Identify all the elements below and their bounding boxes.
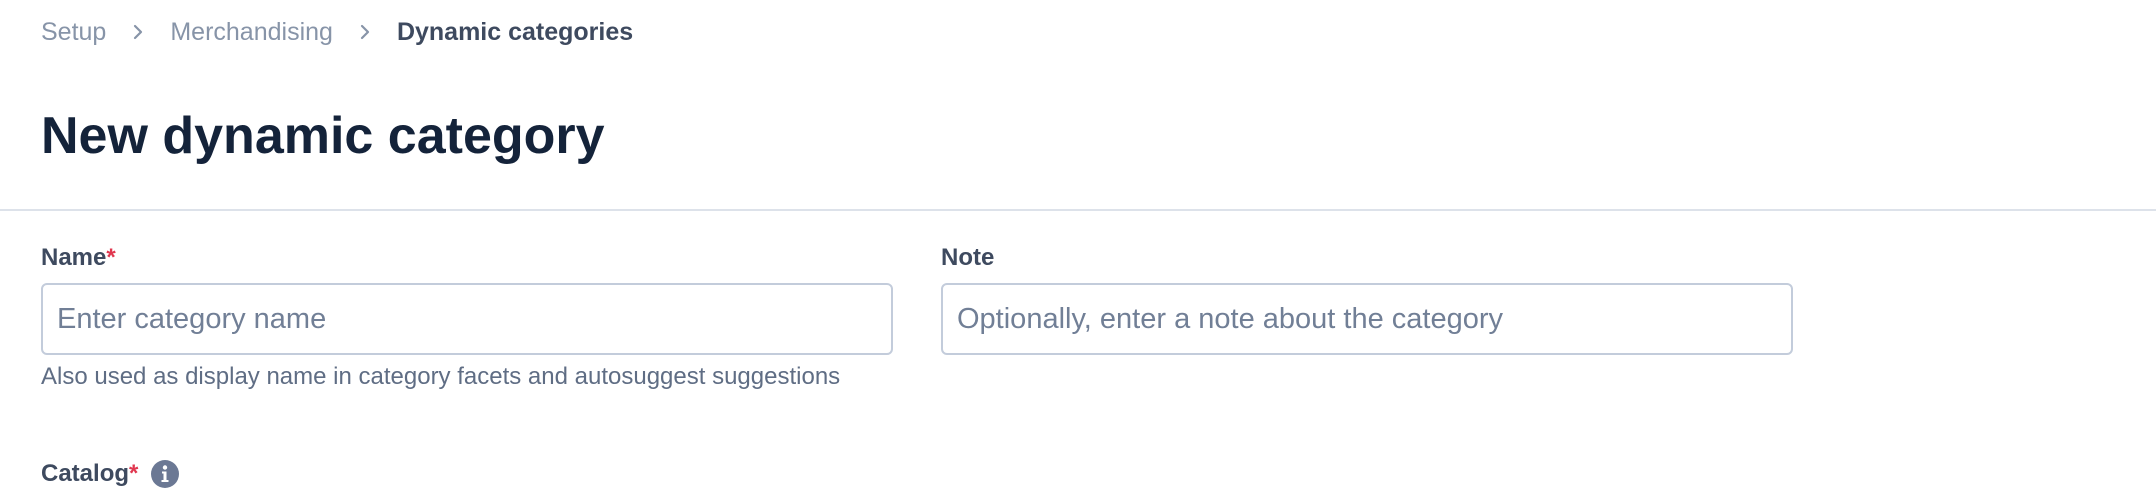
- info-icon[interactable]: [150, 459, 180, 489]
- name-help-text: Also used as display name in category fa…: [41, 363, 841, 390]
- required-marker: *: [106, 244, 116, 271]
- note-input[interactable]: [941, 283, 1793, 355]
- note-field-label: Note: [941, 243, 994, 273]
- note-label-text: Note: [941, 244, 995, 271]
- name-input[interactable]: [41, 283, 893, 355]
- page-title: New dynamic category: [41, 107, 605, 165]
- chevron-right-icon: [106, 23, 170, 41]
- catalog-field-label: Catalog *: [41, 458, 180, 490]
- chevron-right-icon: [333, 23, 397, 41]
- header-divider: [0, 209, 2156, 211]
- breadcrumb: Setup Merchandising Dynamic categories: [41, 14, 633, 50]
- name-label-text: Name: [41, 244, 107, 271]
- name-field-label: Name *: [41, 243, 116, 273]
- breadcrumb-item-merchandising[interactable]: Merchandising: [170, 18, 333, 47]
- breadcrumb-item-setup[interactable]: Setup: [41, 18, 106, 47]
- breadcrumb-item-current: Dynamic categories: [396, 17, 634, 46]
- required-marker: *: [129, 460, 139, 487]
- catalog-label-text: Catalog: [41, 460, 130, 487]
